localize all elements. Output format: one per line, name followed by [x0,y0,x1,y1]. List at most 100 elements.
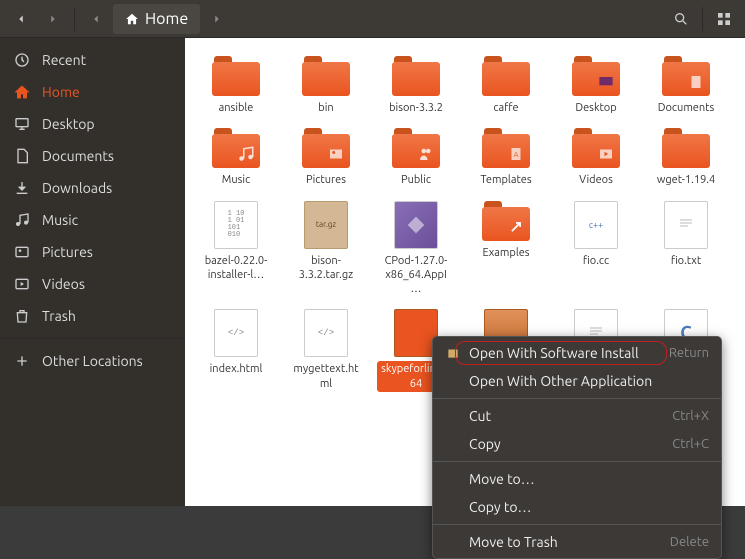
context-menu-item[interactable]: Copy to… [433,493,721,521]
context-menu-label: Move to Trash [469,534,662,550]
sidebar-item-documents[interactable]: Documents [0,140,185,172]
folder-icon [482,201,530,241]
sidebar-item-videos[interactable]: Videos [0,268,185,300]
path-next-button[interactable] [202,4,232,34]
sidebar-item-label: Desktop [42,116,95,132]
path-up-button[interactable] [81,4,111,34]
folder-icon [662,128,710,168]
sidebar-item-music[interactable]: Music [0,204,185,236]
archive-icon: tar.gz [304,201,348,249]
context-menu-separator [433,524,721,525]
folder-icon [392,56,440,96]
script-icon: 1 101 01101010 [214,201,258,249]
file-label: Pictures [303,172,349,188]
search-icon [673,11,689,27]
file-item[interactable]: caffe [465,52,547,120]
context-menu-item[interactable]: Move to TrashDelete [433,528,721,556]
context-menu-label: Copy to… [469,499,709,515]
sidebar-item-desktop[interactable]: Desktop [0,108,185,140]
file-item[interactable]: A Templates [465,124,547,192]
file-label: fio.txt [668,253,704,269]
folder-icon [212,128,260,168]
separator [702,7,703,31]
folder-icon [662,56,710,96]
file-item[interactable]: Pictures [285,124,367,192]
file-label: bison-3.3.2.tar.gz [287,253,365,284]
file-item[interactable]: Music [195,124,277,192]
sidebar-item-label: Documents [42,148,114,164]
context-menu-label: Open With Other Application [469,373,709,389]
context-menu-item[interactable]: CopyCtrl+C [433,430,721,458]
cpp-icon: c++ [574,201,618,249]
sidebar-item-pictures[interactable]: Pictures [0,236,185,268]
context-menu-accel: Ctrl+X [672,409,709,423]
file-item[interactable]: Documents [645,52,727,120]
file-item[interactable]: wget-1.19.4 [645,124,727,192]
videos-icon [14,276,30,292]
file-item[interactable]: Public [375,124,457,192]
desktop-icon [14,116,30,132]
context-menu-label: Copy [469,436,664,452]
context-menu-label: Cut [469,408,664,424]
home-icon [14,84,30,100]
file-item[interactable]: Videos [555,124,637,192]
sidebar-item-other-locations[interactable]: Other Locations [0,345,185,377]
appimage-icon [394,201,438,249]
path-label: Home [145,10,188,28]
file-item[interactable]: 1 101 01101010 bazel-0.22.0-installer-l… [195,197,277,302]
pictures-icon [14,244,30,260]
file-item[interactable]: bison-3.3.2 [375,52,457,120]
trash-icon [14,308,30,324]
file-label: bin [315,100,336,116]
file-item[interactable]: Examples [465,197,547,302]
file-item[interactable]: fio.txt [645,197,727,302]
file-item[interactable]: </>mygettext.html [285,305,367,396]
documents-icon [14,148,30,164]
html-icon: </> [214,309,258,357]
file-label: CPod-1.27.0-x86_64.AppI… [377,253,455,298]
sidebar-item-recent[interactable]: Recent [0,44,185,76]
file-label: Music [219,172,253,188]
search-button[interactable] [666,4,696,34]
path-home-button[interactable]: Home [113,4,200,34]
context-menu-separator [433,461,721,462]
file-label: bison-3.3.2 [386,100,446,116]
file-item[interactable]: tar.gz bison-3.3.2.tar.gz [285,197,367,302]
folder-icon [212,56,260,96]
file-item[interactable]: CPod-1.27.0-x86_64.AppI… [375,197,457,302]
back-button[interactable] [6,4,36,34]
sidebar-item-label: Recent [42,52,86,68]
package-icon [445,345,461,361]
file-label: Videos [576,172,616,188]
file-label: Templates [477,172,534,188]
folder-icon [482,56,530,96]
sidebar-item-label: Videos [42,276,85,292]
svg-text:A: A [514,151,519,159]
sidebar-item-label: Downloads [42,180,112,196]
file-label: mygettext.html [287,361,365,392]
sidebar-item-trash[interactable]: Trash [0,300,185,332]
home-icon [125,12,139,26]
context-menu-item[interactable]: Open With Software InstallReturn [433,339,721,367]
file-item[interactable]: bin [285,52,367,120]
forward-button[interactable] [38,4,68,34]
sidebar-item-downloads[interactable]: Downloads [0,172,185,204]
file-label: Examples [479,245,532,261]
folder-icon [572,56,620,96]
file-label: bazel-0.22.0-installer-l… [197,253,275,284]
context-menu-item[interactable]: Cut Ctrl+X [433,402,721,430]
text-icon [664,201,708,249]
sidebar-item-home[interactable]: Home [0,76,185,108]
file-item[interactable]: </>index.html [195,305,277,396]
context-menu-label: Move to… [469,471,709,487]
file-label: caffe [490,100,521,116]
grid-icon [716,11,732,27]
file-item[interactable]: Desktop [555,52,637,120]
file-item[interactable]: c++fio.cc [555,197,637,302]
view-options-button[interactable] [709,4,739,34]
context-menu-item[interactable]: Move to… [433,465,721,493]
file-item[interactable]: ansible [195,52,277,120]
context-menu-label: Open With Software Install [469,345,661,361]
context-menu-item[interactable]: Open With Other Application [433,367,721,395]
file-label: Desktop [572,100,619,116]
